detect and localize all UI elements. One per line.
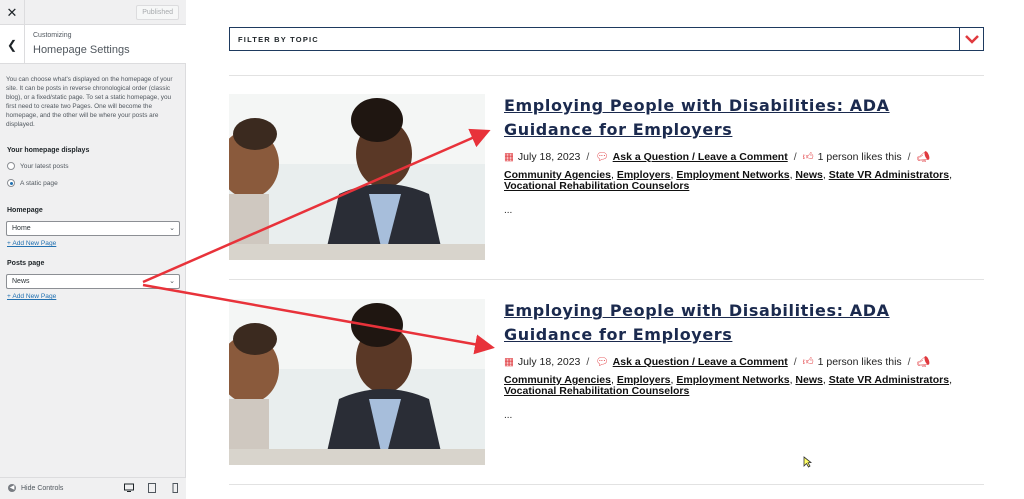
desktop-icon[interactable] [124, 483, 134, 493]
post-thumbnail[interactable] [229, 94, 485, 260]
posts-page-label: Posts page [7, 260, 45, 267]
separator: / [586, 150, 590, 163]
post-excerpt: ... [504, 205, 513, 216]
homepage-description: You can choose what's displayed on the h… [6, 76, 173, 128]
hide-controls-button[interactable]: ◀ Hide Controls [8, 484, 63, 492]
published-button[interactable]: Published [136, 5, 179, 20]
separator: / [793, 150, 797, 163]
mouse-cursor-icon [803, 456, 812, 468]
comment-link[interactable]: Ask a Question / Leave a Comment [613, 151, 788, 163]
mobile-icon[interactable] [170, 483, 180, 493]
homepage-select-label: Homepage [7, 207, 43, 214]
category-link[interactable]: News [795, 169, 822, 181]
category-link[interactable]: Employment Networks [676, 169, 789, 181]
chevron-down-icon: ⌄ [169, 278, 175, 285]
calendar-icon: ▦ [504, 355, 514, 368]
add-new-page-link[interactable]: + Add New Page [7, 240, 56, 247]
post-date: July 18, 2023 [517, 150, 581, 163]
customizer-sidebar: ✕ Published ❮ Customizing Homepage Setti… [0, 0, 186, 499]
comment-link[interactable]: Ask a Question / Leave a Comment [613, 356, 788, 368]
likes-count: 1 person likes this [817, 355, 902, 368]
comments-icon: 💬︎ [595, 151, 609, 163]
post-excerpt: ... [504, 410, 513, 421]
separator: / [586, 355, 590, 368]
tablet-icon[interactable] [147, 483, 157, 493]
hide-controls-label: Hide Controls [21, 484, 64, 492]
close-icon[interactable]: ✕ [0, 0, 25, 25]
divider [229, 484, 984, 485]
separator: / [907, 355, 911, 368]
category-link[interactable]: Vocational Rehabilitation Counselors [504, 385, 689, 397]
category-link[interactable]: State VR Administrators [829, 374, 949, 386]
post-title-link[interactable]: Employing People with Disabilities: ADA … [504, 94, 974, 142]
homepage-select-value: Home [12, 225, 31, 232]
customizer-footer: ◀ Hide Controls [0, 477, 186, 499]
radio-button[interactable] [7, 162, 15, 170]
homepage-settings-panel: You can choose what's displayed on the h… [6, 76, 182, 129]
radio-button-checked[interactable] [7, 179, 15, 187]
add-new-page-link[interactable]: + Add New Page [7, 293, 56, 300]
separator: / [793, 355, 797, 368]
filter-dropdown-toggle[interactable] [959, 28, 983, 50]
divider [229, 75, 984, 76]
category-link[interactable]: News [795, 374, 822, 386]
category-link[interactable]: Vocational Rehabilitation Counselors [504, 180, 689, 192]
post-title-link[interactable]: Employing People with Disabilities: ADA … [504, 299, 974, 347]
radio-static-page[interactable]: A static page [7, 179, 58, 187]
collapse-icon: ◀ [8, 484, 16, 492]
chevron-down-icon: ⌄ [169, 225, 175, 232]
divider [229, 279, 984, 280]
posts-page-select-value: News [12, 278, 30, 285]
filter-label: FILTER BY TOPIC [238, 35, 319, 44]
category-link[interactable]: State VR Administrators [829, 169, 949, 181]
radio-static-label: A static page [20, 179, 58, 187]
radio-latest-label: Your latest posts [20, 162, 69, 170]
post-thumbnail[interactable] [229, 299, 485, 465]
thumbs-up-icon[interactable]: 👍︎ [803, 150, 814, 163]
post-meta: ▦ July 18, 2023 / 💬︎ Ask a Question / Le… [504, 355, 934, 369]
megaphone-icon: 📣︎ [916, 151, 930, 163]
thumbs-up-icon[interactable]: 👍︎ [803, 355, 814, 368]
post-categories: Community Agencies, Employers, Employmen… [504, 374, 952, 397]
post-categories: Community Agencies, Employers, Employmen… [504, 169, 952, 192]
post-date: July 18, 2023 [517, 355, 581, 368]
section-subtitle: Customizing [33, 32, 72, 39]
post-meta: ▦ July 18, 2023 / 💬︎ Ask a Question / Le… [504, 150, 934, 164]
homepage-displays-label: Your homepage displays [7, 147, 90, 154]
section-header: ❮ Customizing Homepage Settings [0, 25, 186, 64]
radio-latest-posts[interactable]: Your latest posts [7, 162, 69, 170]
calendar-icon: ▦ [504, 150, 514, 163]
comments-icon: 💬︎ [595, 356, 609, 368]
megaphone-icon: 📣︎ [916, 356, 930, 368]
section-title: Homepage Settings [33, 44, 130, 56]
likes-count: 1 person likes this [817, 150, 902, 163]
filter-by-topic-bar[interactable]: FILTER BY TOPIC [229, 27, 984, 51]
customizer-topbar: ✕ Published [0, 0, 186, 25]
back-arrow-icon[interactable]: ❮ [0, 25, 25, 64]
separator: / [907, 150, 911, 163]
homepage-select[interactable]: Home ⌄ [6, 221, 180, 236]
category-link[interactable]: Employment Networks [676, 374, 789, 386]
chevron-down-icon [964, 34, 979, 44]
posts-page-select[interactable]: News ⌄ [6, 274, 180, 289]
